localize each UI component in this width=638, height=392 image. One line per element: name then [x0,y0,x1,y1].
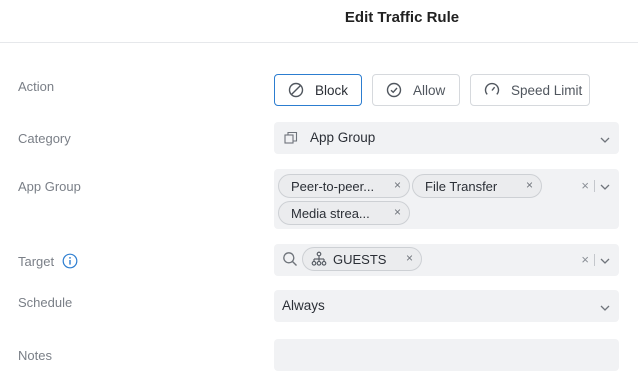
clear-all-icon[interactable]: × [581,178,589,193]
check-circle-icon [385,81,403,99]
remove-chip-icon[interactable]: × [406,251,413,265]
action-allow-button[interactable]: Allow [372,74,460,106]
chip-label: Media strea... [291,205,370,221]
action-label: Action [18,79,55,94]
search-icon [282,251,298,272]
notes-input[interactable] [274,339,619,371]
gauge-icon [483,81,501,99]
action-block-label: Block [315,82,349,98]
action-block-button[interactable]: Block [274,74,362,106]
info-icon[interactable] [62,253,78,269]
schedule-value: Always [282,298,325,313]
schedule-select[interactable]: Always [274,290,619,322]
action-speed-limit-label: Speed Limit [511,82,583,98]
chevron-down-icon[interactable] [599,254,611,266]
target-chip: GUESTS × [302,247,422,271]
remove-chip-icon[interactable]: × [526,178,533,192]
chevron-down-icon [599,301,611,313]
category-label: Category [18,131,71,146]
action-speed-limit-button[interactable]: Speed Limit [470,74,590,106]
app-group-label: App Group [18,179,81,194]
chevron-down-icon[interactable] [599,180,611,192]
notes-label: Notes [18,348,52,363]
chevron-down-icon [599,133,611,145]
action-allow-label: Allow [413,82,446,98]
app-group-icon [284,131,298,150]
separator [594,180,595,192]
network-icon [311,251,327,267]
schedule-label: Schedule [18,295,73,310]
chip-label: File Transfer [425,178,498,194]
block-icon [287,81,305,99]
target-label-row: Target [18,253,78,269]
chip-label: GUESTS [333,251,387,267]
remove-chip-icon[interactable]: × [394,178,401,192]
app-group-chip: Peer-to-peer... × [278,174,410,198]
app-group-multiselect[interactable]: Peer-to-peer... × File Transfer × Media … [274,169,619,229]
separator [594,254,595,266]
dialog-header: Edit Traffic Rule [0,0,638,43]
app-group-chip: Media strea... × [278,201,410,225]
target-multiselect[interactable]: GUESTS × × [274,244,619,276]
dialog-title: Edit Traffic Rule [344,9,460,26]
target-label: Target [18,253,55,269]
remove-chip-icon[interactable]: × [394,205,401,219]
app-group-chip: File Transfer × [412,174,542,198]
clear-all-icon[interactable]: × [581,252,589,267]
category-value: App Group [310,130,376,145]
chip-label: Peer-to-peer... [291,178,375,194]
category-select[interactable]: App Group [274,122,619,154]
